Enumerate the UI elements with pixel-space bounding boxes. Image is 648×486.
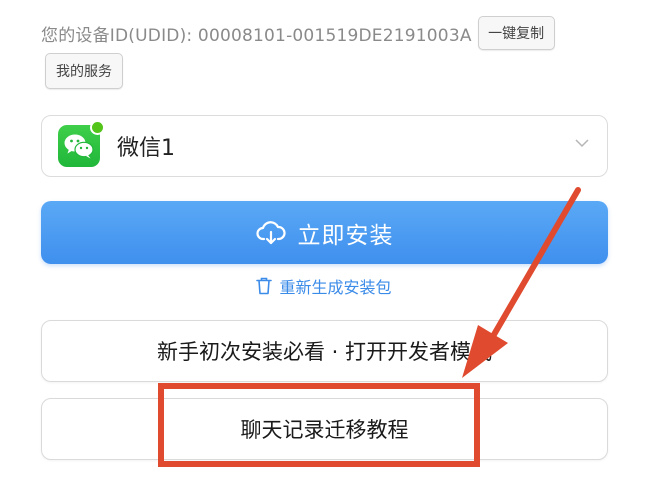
chevron-down-icon [575,139,589,148]
developer-mode-guide-button[interactable]: 新手初次安装必看 · 打开开发者模式 [41,320,608,382]
install-label: 立即安装 [297,222,394,249]
udid-text: 您的设备ID(UDID): 00008101-001519DE2191003A [41,25,472,46]
regenerate-package-link[interactable]: 重新生成安装包 [0,274,648,298]
app-select-dropdown[interactable]: 微信1 [41,115,608,177]
app-name: 微信1 [117,136,175,161]
copy-button[interactable]: 一键复制 [477,16,555,50]
install-button[interactable]: 立即安装 [41,201,608,264]
wechat-icon [58,120,105,167]
udid-row: 您的设备ID(UDID): 00008101-001519DE2191003A … [41,16,555,50]
my-service-button[interactable]: 我的服务 [45,53,123,89]
chat-migration-guide-button[interactable]: 聊天记录迁移教程 [41,398,608,460]
online-status-dot [90,120,105,135]
regenerate-label: 重新生成安装包 [279,278,392,297]
trash-icon [256,277,273,295]
cloud-download-icon [255,220,286,244]
